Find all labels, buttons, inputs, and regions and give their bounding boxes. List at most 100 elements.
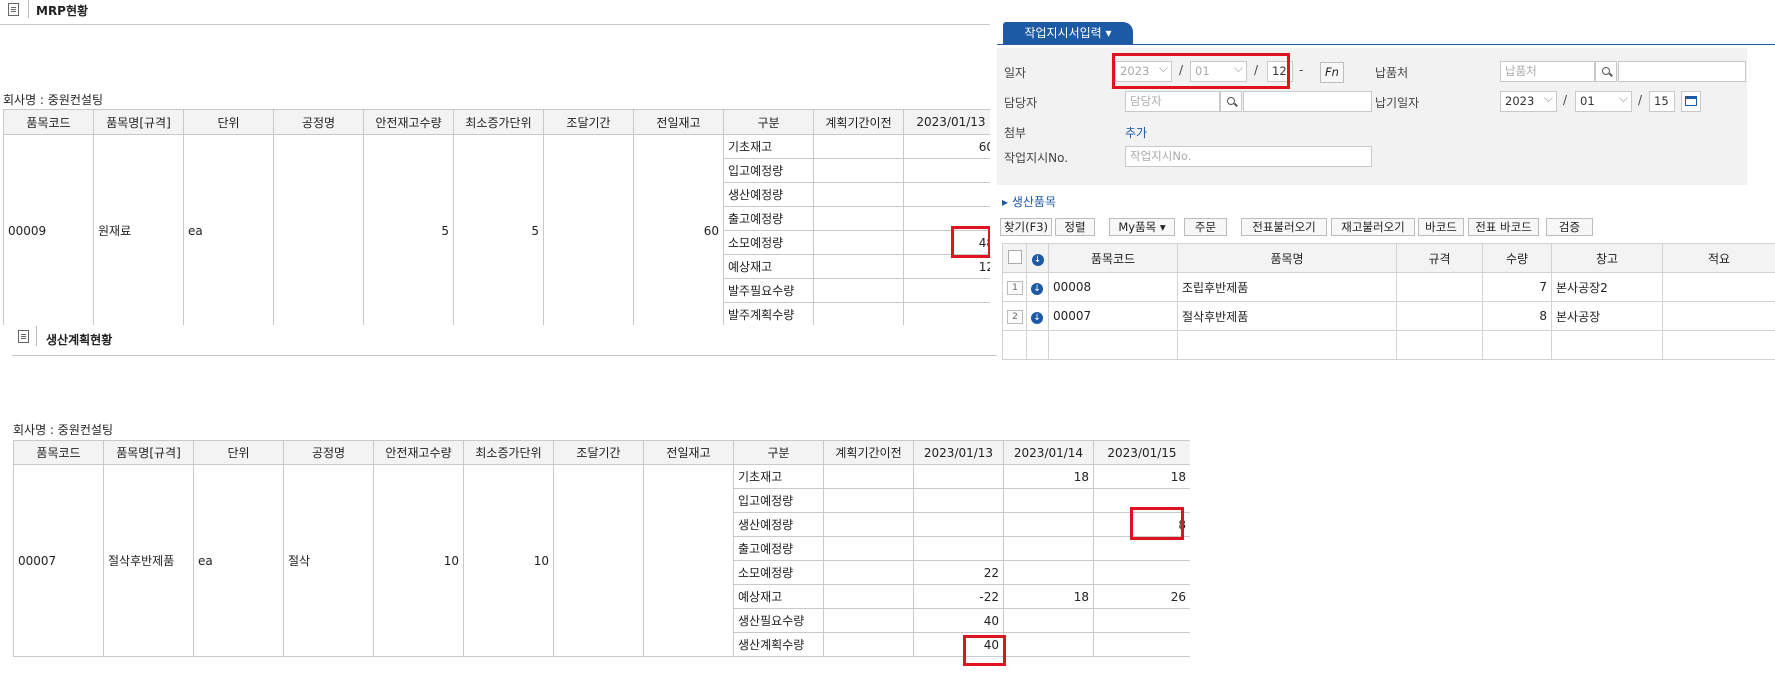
- cell-date-1[interactable]: [913, 512, 1004, 537]
- col-date-1[interactable]: 2023/01/13: [913, 440, 1004, 465]
- col-safety-stock[interactable]: 안전재고수량: [363, 109, 454, 135]
- cell-date-3[interactable]: 26: [1093, 584, 1190, 609]
- load-stock-button[interactable]: 재고불러오기: [1331, 218, 1415, 236]
- col-category[interactable]: 구분: [733, 440, 824, 465]
- sort-button[interactable]: 정렬: [1055, 218, 1095, 236]
- cell-item-code[interactable]: 00007: [1048, 301, 1178, 331]
- my-items-dropdown[interactable]: My품목 ▾: [1109, 218, 1175, 236]
- production-items-section[interactable]: ▸ 생산품목: [1002, 193, 1056, 210]
- col-quantity[interactable]: 수량: [1482, 243, 1552, 273]
- cell-date-1[interactable]: [903, 278, 990, 303]
- col-lead-time[interactable]: 조달기간: [543, 109, 634, 135]
- manager-input[interactable]: 담당자: [1125, 91, 1220, 112]
- expand-all-icon[interactable]: ↓: [1026, 243, 1049, 273]
- cell-date-3[interactable]: [1093, 560, 1190, 585]
- table-row[interactable]: [1002, 330, 1775, 360]
- cell-date-1[interactable]: [903, 302, 990, 325]
- item-name[interactable]: 절삭후반제품: [103, 464, 194, 657]
- col-prev-stock[interactable]: 전일재고: [633, 109, 724, 135]
- cell-item-code[interactable]: 00008: [1048, 272, 1178, 302]
- slip-barcode-button[interactable]: 전표 바코드: [1468, 218, 1539, 236]
- cell-quantity[interactable]: 7: [1482, 272, 1552, 302]
- col-item-name[interactable]: 품목명[규격]: [103, 440, 194, 465]
- col-min-increment[interactable]: 최소증가단위: [463, 440, 554, 465]
- col-item-name[interactable]: 품목명: [1177, 243, 1397, 273]
- cell-note[interactable]: [1662, 272, 1775, 302]
- col-prev-stock[interactable]: 전일재고: [643, 440, 734, 465]
- col-item-name[interactable]: 품목명[규격]: [93, 109, 184, 135]
- supplier-search-button[interactable]: [1595, 61, 1617, 82]
- supplier-name-input[interactable]: [1618, 61, 1746, 82]
- cell-date-1[interactable]: [913, 536, 1004, 561]
- col-min-increment[interactable]: 최소증가단위: [453, 109, 544, 135]
- table-row[interactable]: 1 ↓ 00008 조립후반제품 7 본사공장2: [1002, 272, 1775, 302]
- col-category[interactable]: 구분: [723, 109, 814, 135]
- cell-date-1[interactable]: [913, 488, 1004, 513]
- cell-date-3[interactable]: [1093, 608, 1190, 633]
- due-month-select[interactable]: 01: [1575, 89, 1632, 112]
- due-year-select[interactable]: 2023: [1500, 89, 1557, 112]
- select-all-checkbox[interactable]: [1002, 243, 1027, 273]
- cell-note[interactable]: [1662, 301, 1775, 331]
- cell-warehouse[interactable]: 본사공장: [1551, 301, 1663, 331]
- col-spec[interactable]: 규격: [1396, 243, 1483, 273]
- col-warehouse[interactable]: 창고: [1551, 243, 1663, 273]
- col-safety-stock[interactable]: 안전재고수량: [373, 440, 464, 465]
- load-slip-button[interactable]: 전표불러오기: [1241, 218, 1327, 236]
- cell-date-1[interactable]: [913, 464, 1004, 489]
- add-attachment-link[interactable]: 추가: [1125, 124, 1147, 141]
- cell-date-2[interactable]: 18: [1003, 584, 1094, 609]
- cell-spec[interactable]: [1396, 301, 1483, 331]
- manager-name-input[interactable]: [1243, 91, 1372, 112]
- cell-date-1[interactable]: [903, 158, 990, 183]
- cell-item-name[interactable]: 절삭후반제품: [1177, 301, 1397, 331]
- item-code[interactable]: 00009: [3, 134, 94, 325]
- supplier-input[interactable]: 납품처: [1500, 61, 1595, 82]
- col-date-1[interactable]: 2023/01/13: [903, 109, 990, 135]
- cell-date-1[interactable]: -22: [913, 584, 1004, 609]
- order-button[interactable]: 주문: [1184, 218, 1227, 236]
- validate-button[interactable]: 검증: [1546, 218, 1593, 236]
- col-item-code[interactable]: 품목코드: [13, 440, 104, 465]
- cell-spec[interactable]: [1396, 272, 1483, 302]
- col-process[interactable]: 공정명: [273, 109, 364, 135]
- cell-date-2[interactable]: 18: [1003, 464, 1094, 489]
- col-unit[interactable]: 단위: [193, 440, 284, 465]
- cell-date-1[interactable]: 60: [903, 134, 990, 159]
- col-before-period[interactable]: 계획기간이전: [813, 109, 904, 135]
- row-expand-icon[interactable]: ↓: [1026, 301, 1049, 331]
- cell-date-2[interactable]: [1003, 512, 1094, 537]
- cell-date-3[interactable]: [1093, 536, 1190, 561]
- tab-work-order-input[interactable]: 작업지시서입력 ▾: [1003, 22, 1133, 44]
- cell-warehouse[interactable]: 본사공장2: [1551, 272, 1663, 302]
- cell-date-1[interactable]: 12: [903, 254, 990, 279]
- cell-date-2[interactable]: [1003, 536, 1094, 561]
- barcode-button[interactable]: 바코드: [1418, 218, 1464, 236]
- col-unit[interactable]: 단위: [183, 109, 274, 135]
- cell-item-name[interactable]: 조립후반제품: [1177, 272, 1397, 302]
- cell-date-3[interactable]: [1093, 632, 1190, 657]
- cell-date-2[interactable]: [1003, 608, 1094, 633]
- fn-button[interactable]: Fn: [1320, 62, 1344, 83]
- col-process[interactable]: 공정명: [283, 440, 374, 465]
- col-date-2[interactable]: 2023/01/14: [1003, 440, 1094, 465]
- item-name[interactable]: 원재료: [93, 134, 184, 325]
- cell-date-1[interactable]: 40: [913, 608, 1004, 633]
- col-date-3[interactable]: 2023/01/15: [1093, 440, 1190, 465]
- col-item-code[interactable]: 품목코드: [3, 109, 94, 135]
- calendar-icon[interactable]: [1681, 91, 1701, 112]
- cell-date-2[interactable]: [1003, 488, 1094, 513]
- table-row[interactable]: 2 ↓ 00007 절삭후반제품 8 본사공장: [1002, 301, 1775, 331]
- cell-quantity[interactable]: 8: [1482, 301, 1552, 331]
- find-button[interactable]: 찾기(F3): [1000, 218, 1052, 236]
- work-order-no-input[interactable]: 작업지시No.: [1125, 146, 1372, 167]
- cell-date-3[interactable]: 18: [1093, 464, 1190, 489]
- cell-date-2[interactable]: [1003, 632, 1094, 657]
- cell-date-2[interactable]: [1003, 560, 1094, 585]
- item-code[interactable]: 00007: [13, 464, 104, 657]
- col-lead-time[interactable]: 조달기간: [553, 440, 644, 465]
- due-day-input[interactable]: 15: [1649, 91, 1675, 112]
- cell-date-1[interactable]: [903, 182, 990, 207]
- col-note[interactable]: 적요: [1662, 243, 1775, 273]
- col-item-code[interactable]: 품목코드: [1048, 243, 1178, 273]
